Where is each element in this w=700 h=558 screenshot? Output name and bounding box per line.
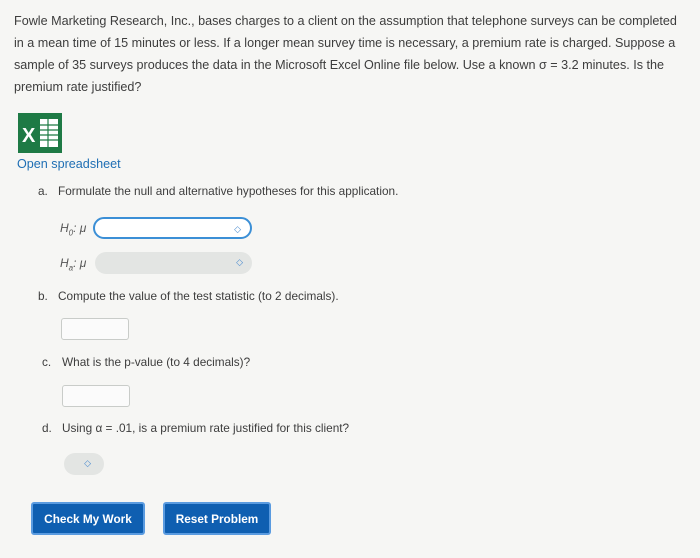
question-c-text: What is the p-value (to 4 decimals)? [62,355,251,369]
problem-statement: Fowle Marketing Research, Inc., bases ch… [14,14,677,94]
question-d: d. Using α = .01, is a premium rate justi… [42,421,349,435]
dropdown-arrow-icon: ◇ [84,458,91,468]
premium-justified-select[interactable]: ◇ [64,453,104,475]
h0-label: H0: μ [60,221,87,238]
excel-icon[interactable]: X [18,113,62,153]
question-a: a. Formulate the null and alternative hyp… [38,184,398,198]
svg-text:X: X [22,125,36,147]
question-b-letter: b. [38,289,48,303]
test-statistic-input[interactable] [61,318,129,340]
question-c: c. What is the p-value (to 4 decimals)? [42,355,250,369]
question-d-text: Using α = .01, is a premium rate justifi… [62,421,350,435]
question-d-letter: d. [42,421,52,435]
reset-problem-button[interactable]: Reset Problem [163,502,271,535]
p-value-input[interactable] [62,385,130,407]
dropdown-arrow-icon: ◇ [236,257,243,267]
open-spreadsheet-link[interactable]: Open spreadsheet [17,157,121,171]
question-b: b. Compute the value of the test statisti… [38,289,339,303]
check-my-work-button[interactable]: Check My Work [31,502,145,535]
ha-select[interactable]: ◇ [95,252,252,274]
ha-label: Ha: μ [60,256,87,273]
question-c-letter: c. [42,355,52,369]
h0-select[interactable]: ◇ [93,217,252,239]
question-a-text: Formulate the null and alternative hypot… [58,184,399,198]
question-b-text: Compute the value of the test statistic … [58,289,339,303]
dropdown-arrow-icon: ◇ [234,224,241,234]
question-a-letter: a. [38,184,48,198]
